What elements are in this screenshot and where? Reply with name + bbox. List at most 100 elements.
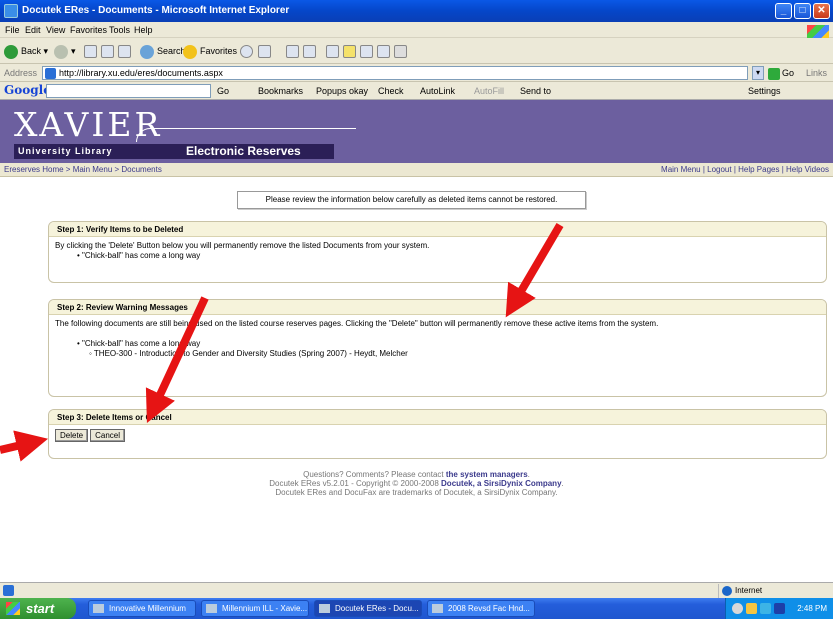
ie-icon: [4, 4, 18, 18]
standard-toolbar: Back ▾ ▾ Search Favorites: [0, 38, 833, 64]
start-button[interactable]: start: [0, 598, 76, 619]
search-button[interactable]: Search: [140, 43, 186, 59]
step2-panel: Step 2: Review Warning Messages The foll…: [48, 299, 827, 397]
system-managers-link[interactable]: the system managers: [446, 470, 528, 479]
site-header: XAVIER University Library Electronic Res…: [0, 100, 833, 163]
address-url: http://library.xu.edu/eres/documents.asp…: [59, 68, 223, 78]
close-button[interactable]: ✕: [813, 3, 830, 19]
menu-tools[interactable]: Tools: [109, 25, 130, 35]
task-word-document[interactable]: 2008 Revsd Fac Hnd...: [427, 600, 535, 617]
menu-help[interactable]: Help: [134, 25, 153, 35]
mail-icon[interactable]: [286, 45, 299, 58]
google-logo: Google: [4, 83, 51, 97]
cancel-button[interactable]: Cancel: [90, 429, 126, 442]
address-dropdown-icon[interactable]: ▾: [752, 66, 764, 80]
popups-okay-button[interactable]: Popups okay: [316, 86, 368, 96]
docutek-link[interactable]: Docutek, a SirsiDynix Company: [441, 479, 561, 488]
status-bar: Internet: [0, 582, 833, 598]
tray-icon[interactable]: [746, 603, 757, 614]
page-icon: [45, 68, 56, 79]
menu-bar: File Edit View Favorites Tools Help: [0, 22, 833, 39]
stop-icon[interactable]: [84, 45, 97, 58]
app-icon: [206, 604, 217, 613]
refresh-icon[interactable]: [101, 45, 114, 58]
edit-icon[interactable]: [326, 45, 339, 58]
menu-view[interactable]: View: [46, 25, 65, 35]
task-docutek-eres[interactable]: Docutek ERes - Docu...: [314, 600, 422, 617]
google-search-input[interactable]: [46, 84, 211, 98]
go-button[interactable]: Go: [768, 66, 794, 80]
title-bar[interactable]: Docutek ERes - Documents - Microsoft Int…: [0, 0, 833, 22]
google-go-button[interactable]: Go: [217, 86, 229, 96]
step1-panel: Step 1: Verify Items to be Deleted By cl…: [48, 221, 827, 283]
app-icon: [93, 604, 104, 613]
task-millennium-ill[interactable]: Millennium ILL - Xavie...: [201, 600, 309, 617]
step3-title: Step 3: Delete Items or Cancel: [49, 410, 826, 425]
windows-flag-icon: [6, 602, 20, 615]
step2-item: • "Chick-ball" has come a long way: [77, 339, 201, 348]
menu-favorites[interactable]: Favorites: [70, 25, 107, 35]
links-button[interactable]: Links: [806, 68, 827, 78]
forward-button[interactable]: ▾: [54, 43, 76, 59]
clock: 2:48 PM: [797, 604, 827, 613]
autolink-button[interactable]: AutoLink: [420, 86, 455, 96]
security-zone: Internet: [718, 584, 830, 598]
step3-panel: Step 3: Delete Items or Cancel Delete Can…: [48, 409, 827, 459]
search-icon: [140, 44, 154, 59]
research-icon[interactable]: [360, 45, 373, 58]
window-title: Docutek ERes - Documents - Microsoft Int…: [22, 5, 290, 16]
nav-strip: Ereserves Home > Main Menu > Documents M…: [0, 163, 833, 177]
windows-logo-icon: [807, 25, 829, 39]
step1-item: • "Chick-ball" has come a long way: [77, 251, 201, 260]
delete-button[interactable]: Delete: [55, 429, 89, 442]
spell-check-button[interactable]: Check: [378, 86, 404, 96]
tray-icon[interactable]: [732, 603, 743, 614]
folder-icon[interactable]: [343, 45, 356, 58]
browser-window: Docutek ERes - Documents - Microsoft Int…: [0, 0, 833, 619]
taskbar: start Innovative Millennium Millennium I…: [0, 598, 833, 619]
address-label: Address: [4, 68, 38, 78]
google-bookmarks-button[interactable]: Bookmarks: [258, 86, 303, 96]
google-toolbar: Google Go Bookmarks Popups okay Check Au…: [0, 82, 833, 100]
home-icon[interactable]: [118, 45, 131, 58]
menu-edit[interactable]: Edit: [25, 25, 41, 35]
back-button[interactable]: Back ▾: [4, 43, 48, 59]
step2-subitem: ◦ THEO-300 - Introduction to Gender and …: [89, 349, 408, 358]
star-icon: [183, 44, 197, 59]
step2-title: Step 2: Review Warning Messages: [49, 300, 826, 315]
autofill-button[interactable]: AutoFill: [474, 86, 504, 96]
page-status-icon: [3, 585, 14, 596]
logo-swoosh: [136, 128, 356, 142]
tools-icon[interactable]: [394, 45, 407, 58]
maximize-button[interactable]: □: [794, 3, 811, 19]
forward-arrow-icon: [54, 44, 68, 59]
word-icon: [432, 604, 443, 613]
go-arrow-icon: [768, 67, 780, 80]
send-to-button[interactable]: Send to: [520, 86, 551, 96]
tray-icon[interactable]: [760, 603, 771, 614]
logo-university-library: University Library: [14, 144, 180, 159]
ie-task-icon: [319, 604, 330, 613]
tray-icon[interactable]: [774, 603, 785, 614]
trademark-text: Docutek ERes and DocuFax are trademarks …: [275, 488, 558, 497]
address-input[interactable]: http://library.xu.edu/eres/documents.asp…: [42, 66, 748, 80]
messenger-icon[interactable]: [377, 45, 390, 58]
print-icon[interactable]: [303, 45, 316, 58]
media-icon[interactable]: [240, 45, 253, 58]
favorites-button[interactable]: Favorites: [183, 43, 237, 59]
menu-file[interactable]: File: [5, 25, 20, 35]
system-tray: 2:48 PM: [725, 598, 833, 619]
top-links[interactable]: Main Menu | Logout | Help Pages | Help V…: [661, 165, 829, 174]
step1-title: Step 1: Verify Items to be Deleted: [49, 222, 826, 237]
globe-icon: [722, 586, 732, 596]
address-bar: Address http://library.xu.edu/eres/docum…: [0, 64, 833, 82]
breadcrumb[interactable]: Ereserves Home > Main Menu > Documents: [4, 165, 162, 174]
logo-electronic-reserves: Electronic Reserves: [180, 144, 334, 159]
deletion-warning: Please review the information below care…: [237, 191, 586, 209]
minimize-button[interactable]: _: [775, 3, 792, 19]
step1-text: By clicking the 'Delete' Button below yo…: [55, 241, 430, 250]
task-innovative-millennium[interactable]: Innovative Millennium: [88, 600, 196, 617]
back-arrow-icon: [4, 44, 18, 59]
google-settings-button[interactable]: Settings: [748, 86, 781, 96]
history-icon[interactable]: [258, 45, 271, 58]
